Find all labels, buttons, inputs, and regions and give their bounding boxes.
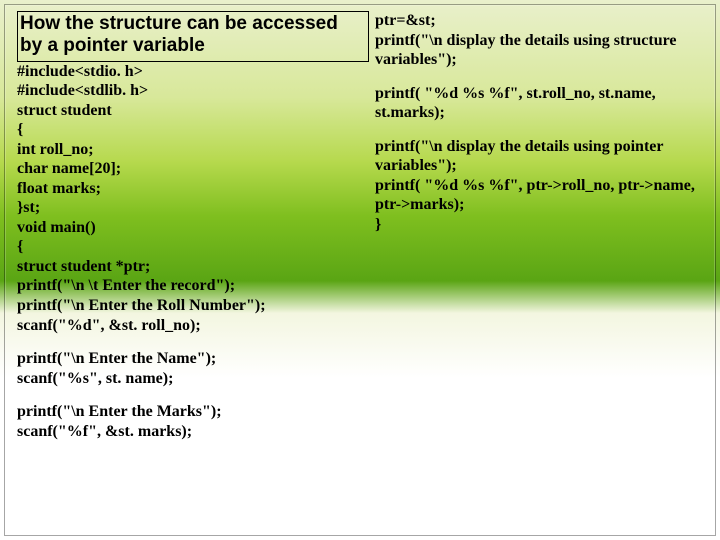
code-line: printf("\n Enter the Marks"); (17, 402, 369, 422)
code-block-r2: printf( "%d %s %f", st.roll_no, st.name,… (375, 84, 705, 123)
code-line: scanf("%d", &st. roll_no); (17, 316, 369, 336)
code-line: char name[20]; (17, 159, 369, 179)
code-line: }st; (17, 198, 369, 218)
code-block-2: printf("\n Enter the Name"); scanf("%s",… (17, 349, 369, 388)
code-line: printf("\n Enter the Name"); (17, 349, 369, 369)
code-line: #include<stdlib. h> (17, 81, 369, 101)
right-column: ptr=&st; printf("\n display the details … (375, 11, 705, 531)
code-line: { (17, 120, 369, 140)
code-line: printf("\n Enter the Roll Number"); (17, 296, 369, 316)
code-block-3: printf("\n Enter the Marks"); scanf("%f"… (17, 402, 369, 441)
code-line: printf( "%d %s %f", ptr->roll_no, ptr->n… (375, 176, 705, 215)
code-line: ptr=&st; (375, 11, 705, 31)
code-line: printf("\n display the details using str… (375, 31, 705, 70)
code-line: printf("\n \t Enter the record"); (17, 276, 369, 296)
code-line: scanf("%s", st. name); (17, 369, 369, 389)
code-line: int roll_no; (17, 140, 369, 160)
code-block-r3: printf("\n display the details using poi… (375, 137, 705, 235)
code-line: struct student *ptr; (17, 257, 369, 277)
code-block-r1: ptr=&st; printf("\n display the details … (375, 11, 705, 70)
code-line: scanf("%f", &st. marks); (17, 422, 369, 442)
code-line: #include<stdio. h> (17, 62, 369, 82)
slide-title: How the structure can be accessed by a p… (20, 13, 365, 58)
code-line: { (17, 237, 369, 257)
code-line: void main() (17, 218, 369, 238)
left-column: How the structure can be accessed by a p… (17, 11, 369, 531)
code-line: printf("\n display the details using poi… (375, 137, 705, 176)
slide-sheet: How the structure can be accessed by a p… (4, 4, 716, 536)
code-block-1: #include<stdio. h> #include<stdlib. h> s… (17, 62, 369, 335)
code-line: struct student (17, 101, 369, 121)
code-line: } (375, 215, 705, 235)
title-box: How the structure can be accessed by a p… (17, 11, 369, 62)
code-line: float marks; (17, 179, 369, 199)
code-line: printf( "%d %s %f", st.roll_no, st.name,… (375, 84, 705, 123)
